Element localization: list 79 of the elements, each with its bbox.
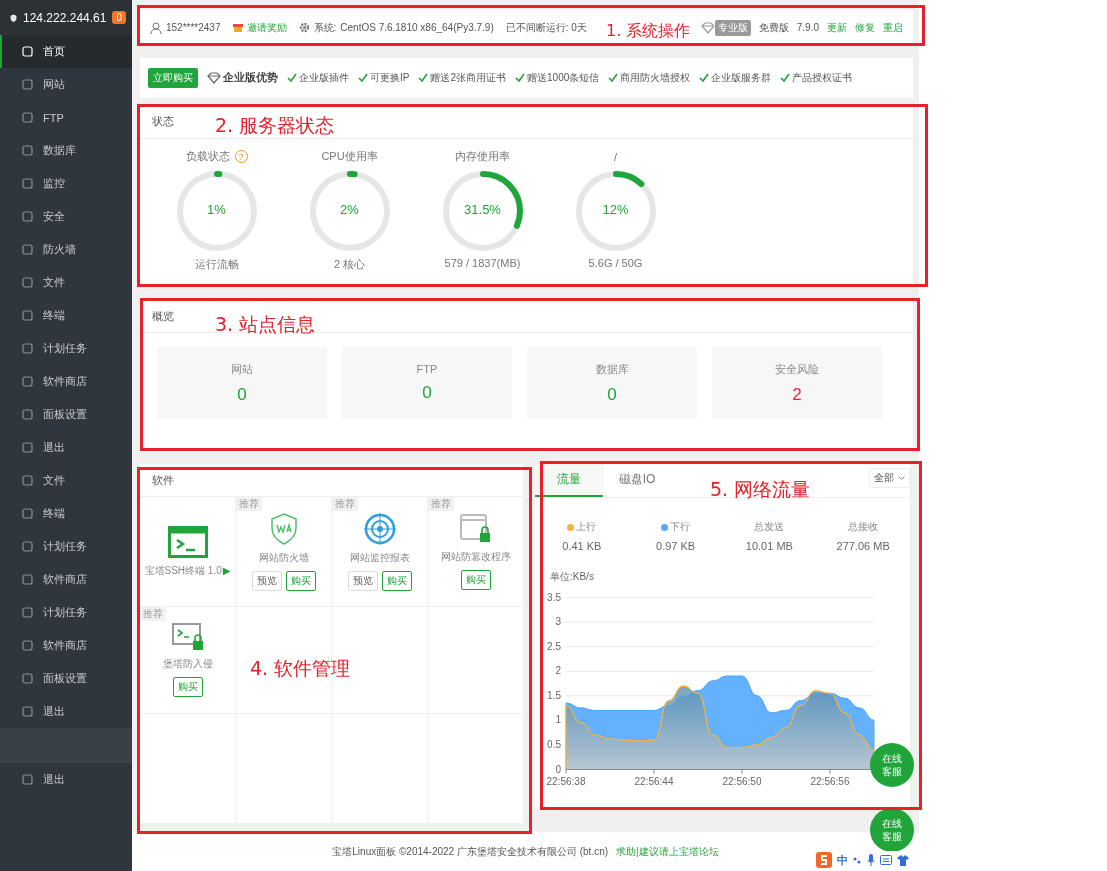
feature-text: 企业版服务群 — [711, 70, 772, 85]
annotation-label: 1. 系统操作 — [606, 21, 691, 42]
recommend-tag: 推荐 — [428, 497, 454, 512]
y-tick-label: 2.5 — [547, 640, 562, 652]
x-tick: 22:56:44 — [634, 769, 674, 787]
card-value: 0 — [422, 383, 432, 404]
gauge-detail: 2 核心 — [333, 256, 366, 272]
stat-value: 277.06 MB — [836, 540, 890, 553]
stat-label: 总发送 — [754, 520, 785, 535]
y-tick: 2 — [555, 665, 875, 677]
gauge-detail: 579 / 1837(MB) — [444, 256, 521, 269]
host-address: 124.222.244.61 — [23, 10, 107, 25]
y-tick-label: 3.5 — [547, 591, 562, 603]
software-name: 网站防火墙 — [258, 550, 309, 565]
recommend-tag: 推荐 — [236, 497, 262, 512]
x-tick-label: 22:56:38 — [546, 775, 586, 787]
y-tick-label: 3 — [555, 616, 562, 628]
feature-text: 可更换IP — [370, 70, 410, 85]
annotation-label: 5. 网络流量 — [710, 477, 811, 502]
unit-label: 单位:KB/s — [549, 570, 595, 585]
x-tick-label: 22:56:50 — [722, 775, 762, 787]
y-tick-label: 1.5 — [547, 689, 562, 701]
software-name: 网站防篡改程序 — [440, 549, 511, 564]
card-label: FTP — [416, 363, 438, 376]
stat-value: 0.97 KB — [656, 540, 696, 553]
stat-label: 下行 — [670, 520, 691, 535]
gauge-value: 1% — [206, 201, 227, 217]
uptime-text: 已不间断运行: 0天 — [505, 20, 587, 35]
y-tick: 3.5 — [547, 591, 875, 603]
gauge-title: / — [613, 150, 618, 163]
gauge-title: 内存使用率 — [455, 149, 510, 165]
software-name: 堡塔防入侵 — [162, 657, 213, 672]
stat-value: 0.41 KB — [562, 540, 602, 553]
card-label: 数据库 — [595, 361, 629, 377]
edition-text: 免费版 — [758, 20, 789, 35]
gauge-title: 负载状态 — [185, 149, 230, 165]
x-tick-label: 22:56:56 — [810, 775, 850, 787]
gauge-value: 12% — [601, 201, 630, 217]
card-label: 网站 — [231, 361, 253, 377]
user-account: 152****2437 — [166, 22, 221, 34]
enterprise-title: 企业版优势 — [223, 70, 278, 86]
version-text: 7.9.0 — [796, 22, 819, 34]
stat-label: 总接收 — [848, 520, 879, 535]
gauge-title: CPU使用率 — [321, 149, 378, 165]
recommend-tag: 推荐 — [332, 497, 358, 512]
gauge-value: 31.5% — [463, 201, 502, 217]
card-label: 安全风险 — [775, 361, 819, 377]
gauge-detail: 5.6G / 50G — [588, 256, 643, 269]
system-info: CentOS 7.6.1810 x86_64(Py3.7.9) — [340, 22, 494, 34]
card-value: 0 — [237, 384, 247, 405]
software-name: 网站监控报表 — [349, 550, 410, 565]
feature-text: 赠送1000条短信 — [527, 70, 600, 85]
x-tick: 22:56:56 — [810, 769, 850, 787]
x-tick-label: 22:56:44 — [634, 775, 674, 787]
system-label: 系统: — [313, 20, 337, 35]
card-value: 2 — [792, 384, 802, 405]
y-tick: 2.5 — [547, 640, 875, 652]
copyright-text: 宝塔Linux面板 ©2014-2022 广东堡塔安全技术有限公司 (bt.cn) — [332, 844, 609, 859]
feature-text: 企业版插件 — [299, 70, 349, 85]
y-tick-label: 0 — [555, 763, 562, 775]
y-tick-label: 0.5 — [547, 739, 562, 751]
stat-label: 上行 — [576, 520, 597, 535]
gauge-value: 2% — [339, 201, 360, 217]
gauge-detail: 运行流畅 — [194, 256, 239, 272]
software-name: 宝塔SSH终端 1.0 — [144, 563, 222, 578]
y-tick-label: 2 — [555, 665, 562, 677]
feature-text: 赠送2张商用证书 — [430, 70, 506, 85]
x-tick: 22:56:50 — [722, 769, 762, 787]
edition-badge: 专业版 — [714, 19, 751, 36]
feature-text: 商用防火墙授权 — [620, 70, 691, 85]
y-tick-label: 1 — [555, 714, 562, 726]
feature-text: 产品授权证书 — [792, 70, 853, 85]
stat-value: 10.01 MB — [745, 540, 793, 553]
card-value: 0 — [607, 384, 617, 405]
y-tick: 3 — [555, 616, 875, 628]
annotation-label: 2. 服务器状态 — [215, 113, 335, 138]
recommend-tag: 推荐 — [140, 607, 166, 622]
annotation-label: 4. 软件管理 — [250, 656, 351, 681]
annotation-label: 3. 站点信息 — [215, 312, 316, 337]
